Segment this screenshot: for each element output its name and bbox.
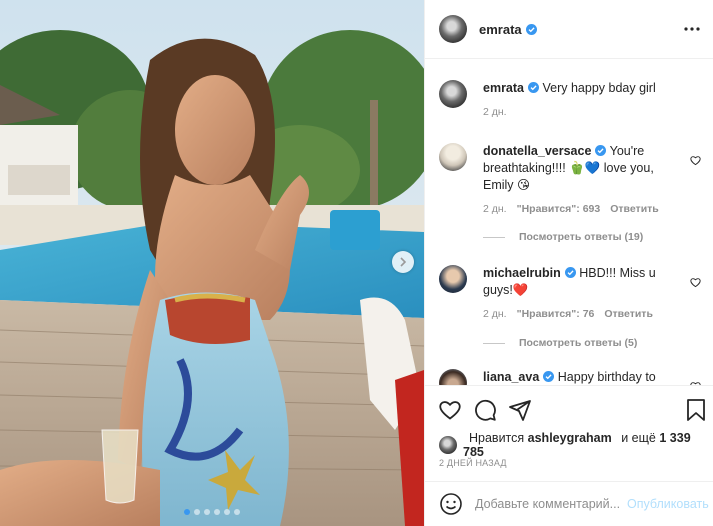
- author-username[interactable]: emrata: [479, 22, 537, 37]
- bookmark-icon[interactable]: [684, 398, 708, 422]
- comment-avatar[interactable]: [439, 143, 467, 171]
- likes-prefix: Нравится: [469, 431, 525, 445]
- verified-badge-icon: [595, 145, 607, 156]
- caption-meta: 2 дн.: [483, 106, 701, 118]
- publish-button[interactable]: Опубликовать: [627, 497, 709, 511]
- comment-composer: Опубликовать: [425, 481, 713, 526]
- comment-input[interactable]: [475, 497, 625, 511]
- instagram-post: emrata emrata Very happy bday girl 2 дн.: [0, 0, 713, 526]
- carousel-dot: [234, 509, 240, 515]
- likes-summary: Нравится ashleygraham и ещё 1 339 785: [439, 431, 713, 459]
- comment-avatar[interactable]: [439, 369, 467, 385]
- comment-like-heart-icon[interactable]: [690, 277, 701, 288]
- comment-body: liana_ava Happy birthday to: [483, 369, 701, 385]
- comment-meta: 2 дн. "Нравится": 76 Ответить: [483, 308, 701, 320]
- comment-item: michaelrubin HBD!!! Miss u guys!❤️ 2 дн.…: [439, 265, 701, 320]
- comment-text: Happy birthday to: [557, 370, 656, 384]
- likes-text: Нравится ashleygraham и ещё 1 339 785: [463, 431, 713, 459]
- more-options-button[interactable]: [682, 20, 702, 38]
- photo-image: [0, 0, 424, 526]
- paper-plane-icon[interactable]: [508, 398, 532, 422]
- post-side-panel: emrata emrata Very happy bday girl 2 дн.: [424, 0, 713, 526]
- chevron-right-icon: [400, 257, 407, 267]
- caption-age: 2 дн.: [483, 106, 507, 118]
- reply-button[interactable]: Ответить: [604, 308, 653, 320]
- view-replies-label: Посмотреть ответы (5): [519, 337, 638, 349]
- liker-username[interactable]: ashleygraham: [528, 431, 612, 445]
- carousel-next-button[interactable]: [392, 251, 414, 273]
- comment-age: 2 дн.: [483, 308, 507, 320]
- comment-body: donatella_versace You're breathtaking!!!…: [483, 143, 701, 194]
- verified-badge-icon: [564, 267, 576, 278]
- comment-username[interactable]: michaelrubin: [483, 266, 561, 280]
- comment-username[interactable]: donatella_versace: [483, 144, 591, 158]
- comment-like-count[interactable]: "Нравится": 693: [517, 203, 601, 215]
- caption-body: emrata Very happy bday girl: [483, 80, 701, 97]
- comment-avatar[interactable]: [439, 265, 467, 293]
- comment-username[interactable]: liana_ava: [483, 370, 539, 384]
- caption-avatar[interactable]: [439, 80, 467, 108]
- likes-middle: и ещё: [621, 431, 656, 445]
- replies-divider: [483, 236, 505, 238]
- comment-icon[interactable]: [473, 398, 497, 422]
- view-replies-button[interactable]: Посмотреть ответы (5): [483, 337, 637, 349]
- carousel-indicator: [0, 509, 424, 515]
- smiley-icon[interactable]: [439, 492, 463, 516]
- view-replies-label: Посмотреть ответы (19): [519, 231, 644, 243]
- comment-item: liana_ava Happy birthday to: [439, 369, 701, 385]
- post-photo[interactable]: [0, 0, 424, 526]
- reply-button[interactable]: Ответить: [610, 203, 659, 215]
- verified-badge-icon: [543, 371, 555, 382]
- view-replies-button[interactable]: Посмотреть ответы (19): [483, 231, 643, 243]
- more-options-icon: [684, 27, 700, 31]
- comment-like-count[interactable]: "Нравится": 76: [517, 308, 595, 320]
- carousel-dot: [224, 509, 230, 515]
- author-avatar[interactable]: [439, 15, 467, 43]
- carousel-dot: [204, 509, 210, 515]
- post-date[interactable]: 2 ДНЕЙ НАЗАД: [439, 458, 507, 468]
- liker-avatar[interactable]: [439, 436, 457, 454]
- comment-like-heart-icon[interactable]: [690, 155, 701, 166]
- post-header: emrata: [425, 0, 713, 59]
- caption-text: Very happy bday girl: [542, 81, 656, 95]
- carousel-dot-active: [184, 509, 190, 515]
- comment-item: donatella_versace You're breathtaking!!!…: [439, 143, 701, 215]
- comment-body: michaelrubin HBD!!! Miss u guys!❤️: [483, 265, 701, 299]
- caption: emrata Very happy bday girl 2 дн.: [439, 80, 701, 118]
- comment-age: 2 дн.: [483, 203, 507, 215]
- verified-badge-icon: [528, 82, 539, 93]
- comment-meta: 2 дн. "Нравится": 693 Ответить: [483, 203, 701, 215]
- caption-username[interactable]: emrata: [483, 81, 524, 95]
- heart-icon[interactable]: [438, 398, 462, 422]
- carousel-dot: [214, 509, 220, 515]
- carousel-dot: [194, 509, 200, 515]
- replies-divider: [483, 342, 505, 344]
- verified-badge-icon: [525, 23, 537, 35]
- comments-list[interactable]: emrata Very happy bday girl 2 дн. donate…: [425, 60, 713, 385]
